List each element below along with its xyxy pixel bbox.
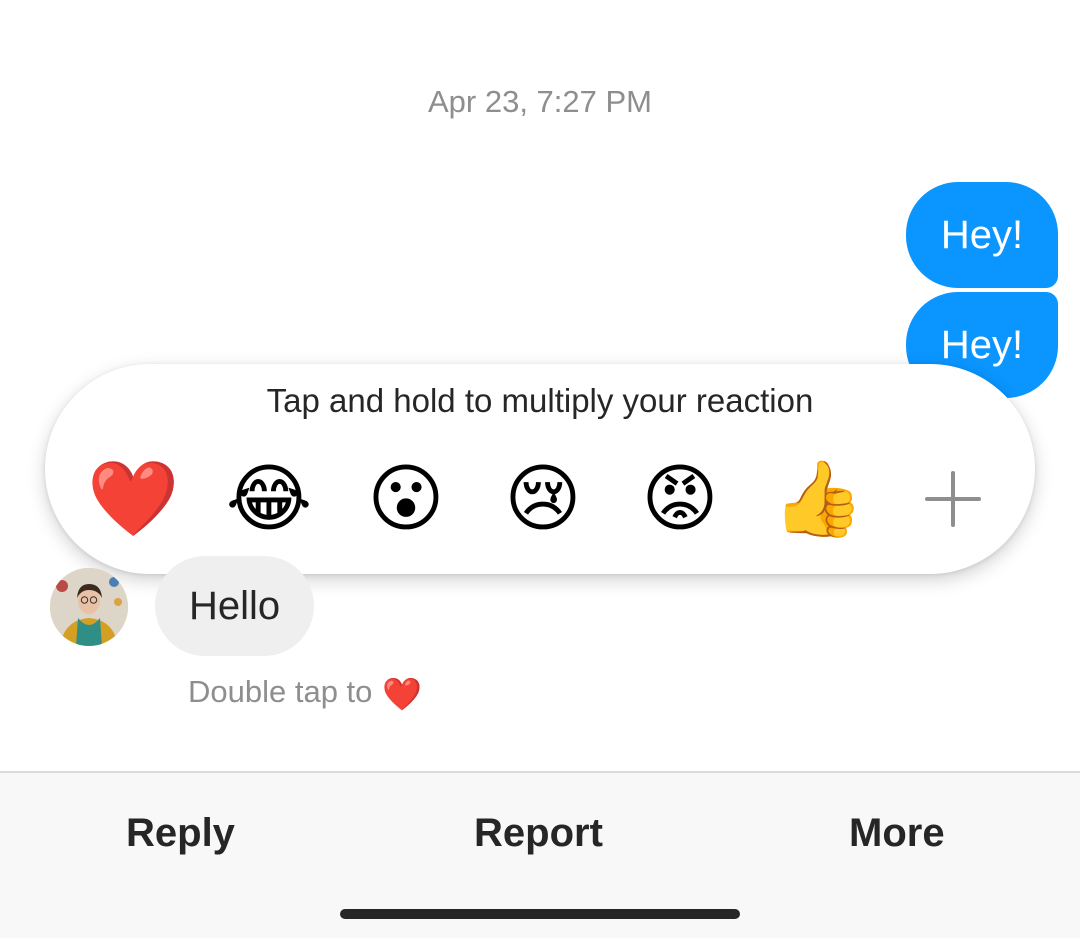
reaction-picker: Tap and hold to multiply your reaction ❤… [45, 364, 1035, 574]
home-indicator[interactable] [340, 909, 740, 919]
heart-emoji[interactable]: ❤️ [87, 454, 179, 544]
reaction-hint: Tap and hold to multiply your reaction [266, 382, 814, 419]
report-button[interactable]: Report [474, 811, 603, 856]
surprised-emoji[interactable]: 😮 [361, 454, 451, 544]
more-button[interactable]: More [849, 811, 945, 856]
heart-icon: ❤️ [382, 676, 423, 712]
emoji-row: ❤️ 😂 😮 😢 😡 👍 [87, 454, 1008, 544]
plus-icon[interactable] [908, 454, 998, 544]
thumbs-up-emoji[interactable]: 👍 [772, 454, 864, 544]
avatar-image [50, 568, 128, 646]
angry-emoji[interactable]: 😡 [635, 454, 725, 544]
action-bar: Reply Report More [0, 771, 1080, 938]
incoming-message-bubble[interactable]: Hello [155, 556, 315, 656]
message-timestamp: Apr 23, 7:27 PM [427, 84, 652, 119]
outgoing-message-bubble[interactable]: Hey! [906, 182, 1058, 288]
double-tap-text: Double tap to [188, 674, 373, 709]
tears-of-joy-emoji[interactable]: 😂 [224, 454, 314, 544]
crying-emoji[interactable]: 😢 [498, 454, 588, 544]
avatar[interactable] [50, 568, 128, 646]
double-tap-hint: Double tap to ❤️ [188, 672, 422, 714]
reply-button[interactable]: Reply [126, 811, 235, 856]
